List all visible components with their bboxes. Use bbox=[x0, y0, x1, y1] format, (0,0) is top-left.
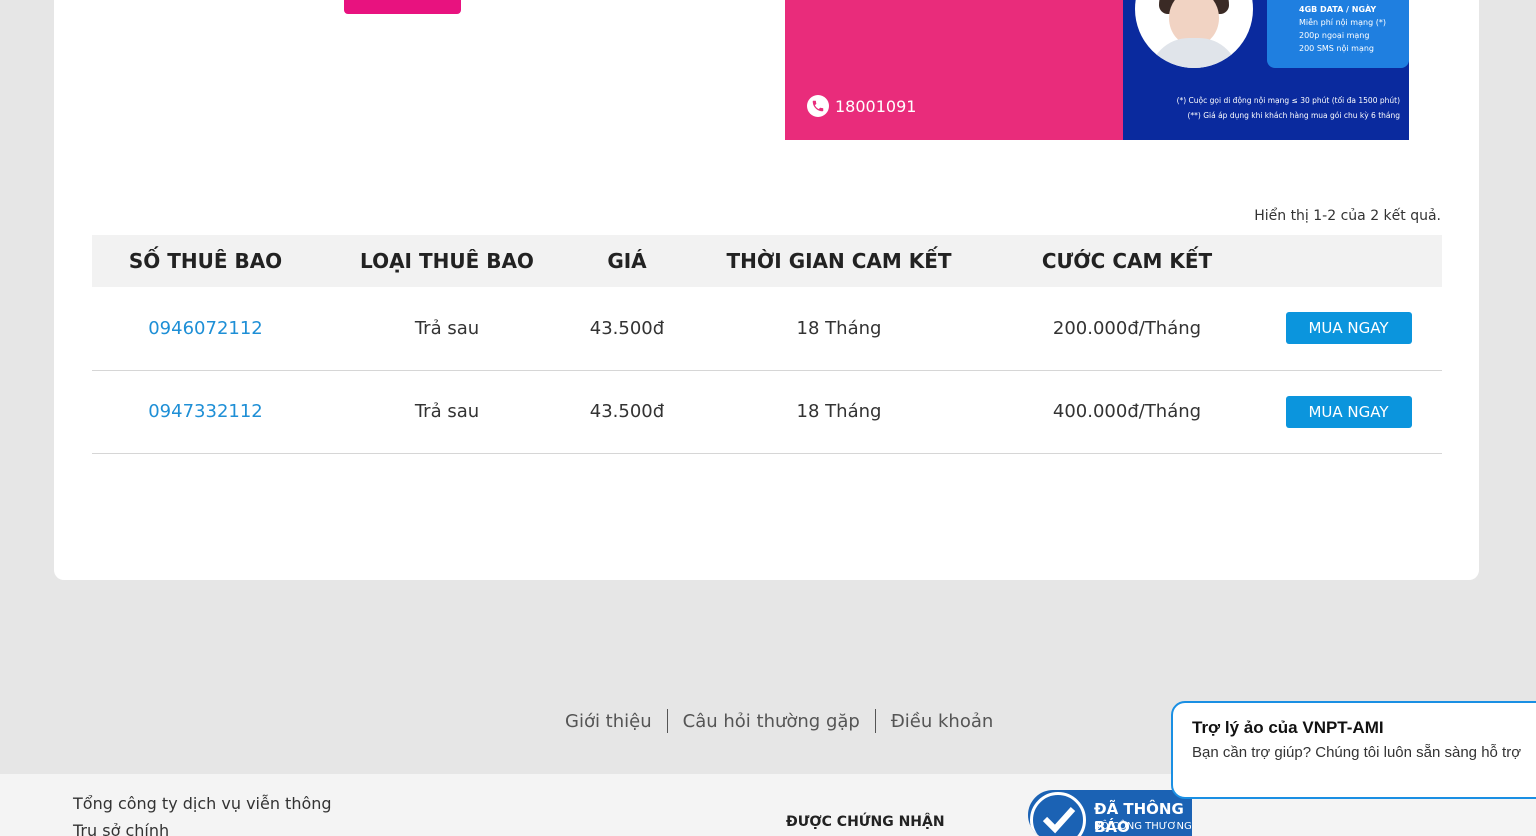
footer-divider bbox=[666, 709, 668, 733]
company-headquarters: Trụ sở chính bbox=[73, 821, 170, 836]
footer-link-terms[interactable]: Điều khoản bbox=[891, 711, 993, 732]
buy-now-button[interactable]: MUA NGAY bbox=[1285, 395, 1412, 428]
plan-feature: Miễn phí nội mạng (*) bbox=[1299, 18, 1386, 27]
footer-link-faq[interactable]: Câu hỏi thường gặp bbox=[683, 711, 860, 732]
subscriber-price: 43.500đ bbox=[589, 317, 665, 339]
plan-feature: 200 SMS nội mạng bbox=[1299, 44, 1374, 53]
result-summary: Hiển thị 1-2 của 2 kết quả. bbox=[1254, 208, 1441, 224]
table-row: 0946072112 Trả sau 43.500đ 18 Tháng 200.… bbox=[92, 287, 1442, 370]
banner-note: (*) Cuộc gọi di động nội mạng ≤ 30 phút … bbox=[1176, 96, 1400, 105]
chat-message: Bạn cần trợ giúp? Chúng tôi luôn sẵn sàn… bbox=[1192, 744, 1522, 761]
plan-feature: 4GB DATA / NGÀY bbox=[1299, 5, 1377, 14]
checkmark-icon bbox=[1030, 792, 1086, 836]
company-info: Tổng công ty dịch vụ viễn thông Trụ sở c… bbox=[73, 790, 332, 836]
header-commitment: CƯỚC CAM KẾT bbox=[1041, 249, 1213, 273]
chat-title: Trợ lý ảo của VNPT-AMI bbox=[1192, 718, 1384, 737]
certified-label: ĐƯỢC CHỨNG NHẬN bbox=[786, 814, 945, 830]
header-type: LOẠI THUÊ BAO bbox=[360, 249, 534, 273]
register-button[interactable] bbox=[344, 0, 461, 14]
phone-icon bbox=[807, 95, 829, 117]
chat-assistant-popup[interactable]: Trợ lý ảo của VNPT-AMI Bạn cần trợ giúp?… bbox=[1171, 701, 1536, 799]
footer-nav: Giới thiệu Câu hỏi thường gặp Điều khoản bbox=[565, 709, 993, 733]
subscriber-number-link[interactable]: 0946072112 bbox=[92, 287, 319, 370]
footer-divider bbox=[874, 709, 876, 733]
promo-banner[interactable]: 18001091 4GB DATA / NGÀY Miễn phí nội mạ… bbox=[785, 0, 1409, 140]
header-number: SỐ THUÊ BAO bbox=[128, 249, 283, 273]
buy-now-button[interactable]: MUA NGAY bbox=[1285, 312, 1412, 345]
plan-feature: 200p ngoại mạng bbox=[1299, 31, 1370, 40]
subscriber-commitment: 200.000đ/Tháng bbox=[1052, 317, 1202, 339]
company-name: Tổng công ty dịch vụ viễn thông bbox=[73, 794, 332, 813]
header-term: THỜI GIAN CAM KẾT bbox=[726, 249, 952, 273]
hotline-number: 18001091 bbox=[835, 96, 917, 116]
header-price: GIÁ bbox=[607, 249, 647, 273]
footer-link-about[interactable]: Giới thiệu bbox=[565, 711, 652, 732]
subscriber-term: 18 Tháng bbox=[796, 401, 882, 422]
subscriber-term: 18 Tháng bbox=[796, 317, 882, 339]
subscriber-type: Trả sau bbox=[414, 401, 480, 422]
subscriber-number-link[interactable]: 0947332112 bbox=[92, 370, 319, 453]
plan-features: 4GB DATA / NGÀY Miễn phí nội mạng (*) 20… bbox=[1267, 0, 1409, 68]
subscriber-type: Trả sau bbox=[414, 317, 480, 339]
subscriber-commitment: 400.000đ/Tháng bbox=[1052, 401, 1202, 422]
badge-subtitle: BỘ CÔNG THƯƠNG bbox=[1094, 821, 1192, 832]
banner-note: (**) Giá áp dụng khi khách hàng mua gói … bbox=[1187, 111, 1400, 120]
banner-notes: (*) Cuộc gọi di động nội mạng ≤ 30 phút … bbox=[1140, 93, 1400, 123]
table-row: 0947332112 Trả sau 43.500đ 18 Tháng 400.… bbox=[92, 370, 1442, 453]
hotline: 18001091 bbox=[807, 95, 916, 117]
banner-pink-panel: 18001091 bbox=[785, 0, 1123, 140]
subscriber-price: 43.500đ bbox=[589, 401, 665, 422]
header-action bbox=[1255, 235, 1442, 287]
subscriber-table: SỐ THUÊ BAO LOẠI THUÊ BAO GIÁ THỜI GIAN … bbox=[92, 235, 1442, 454]
table-header-row: SỐ THUÊ BAO LOẠI THUÊ BAO GIÁ THỜI GIAN … bbox=[92, 235, 1442, 287]
ministry-badge[interactable]: ĐÃ THÔNG BÁO BỘ CÔNG THƯƠNG bbox=[1028, 790, 1192, 836]
